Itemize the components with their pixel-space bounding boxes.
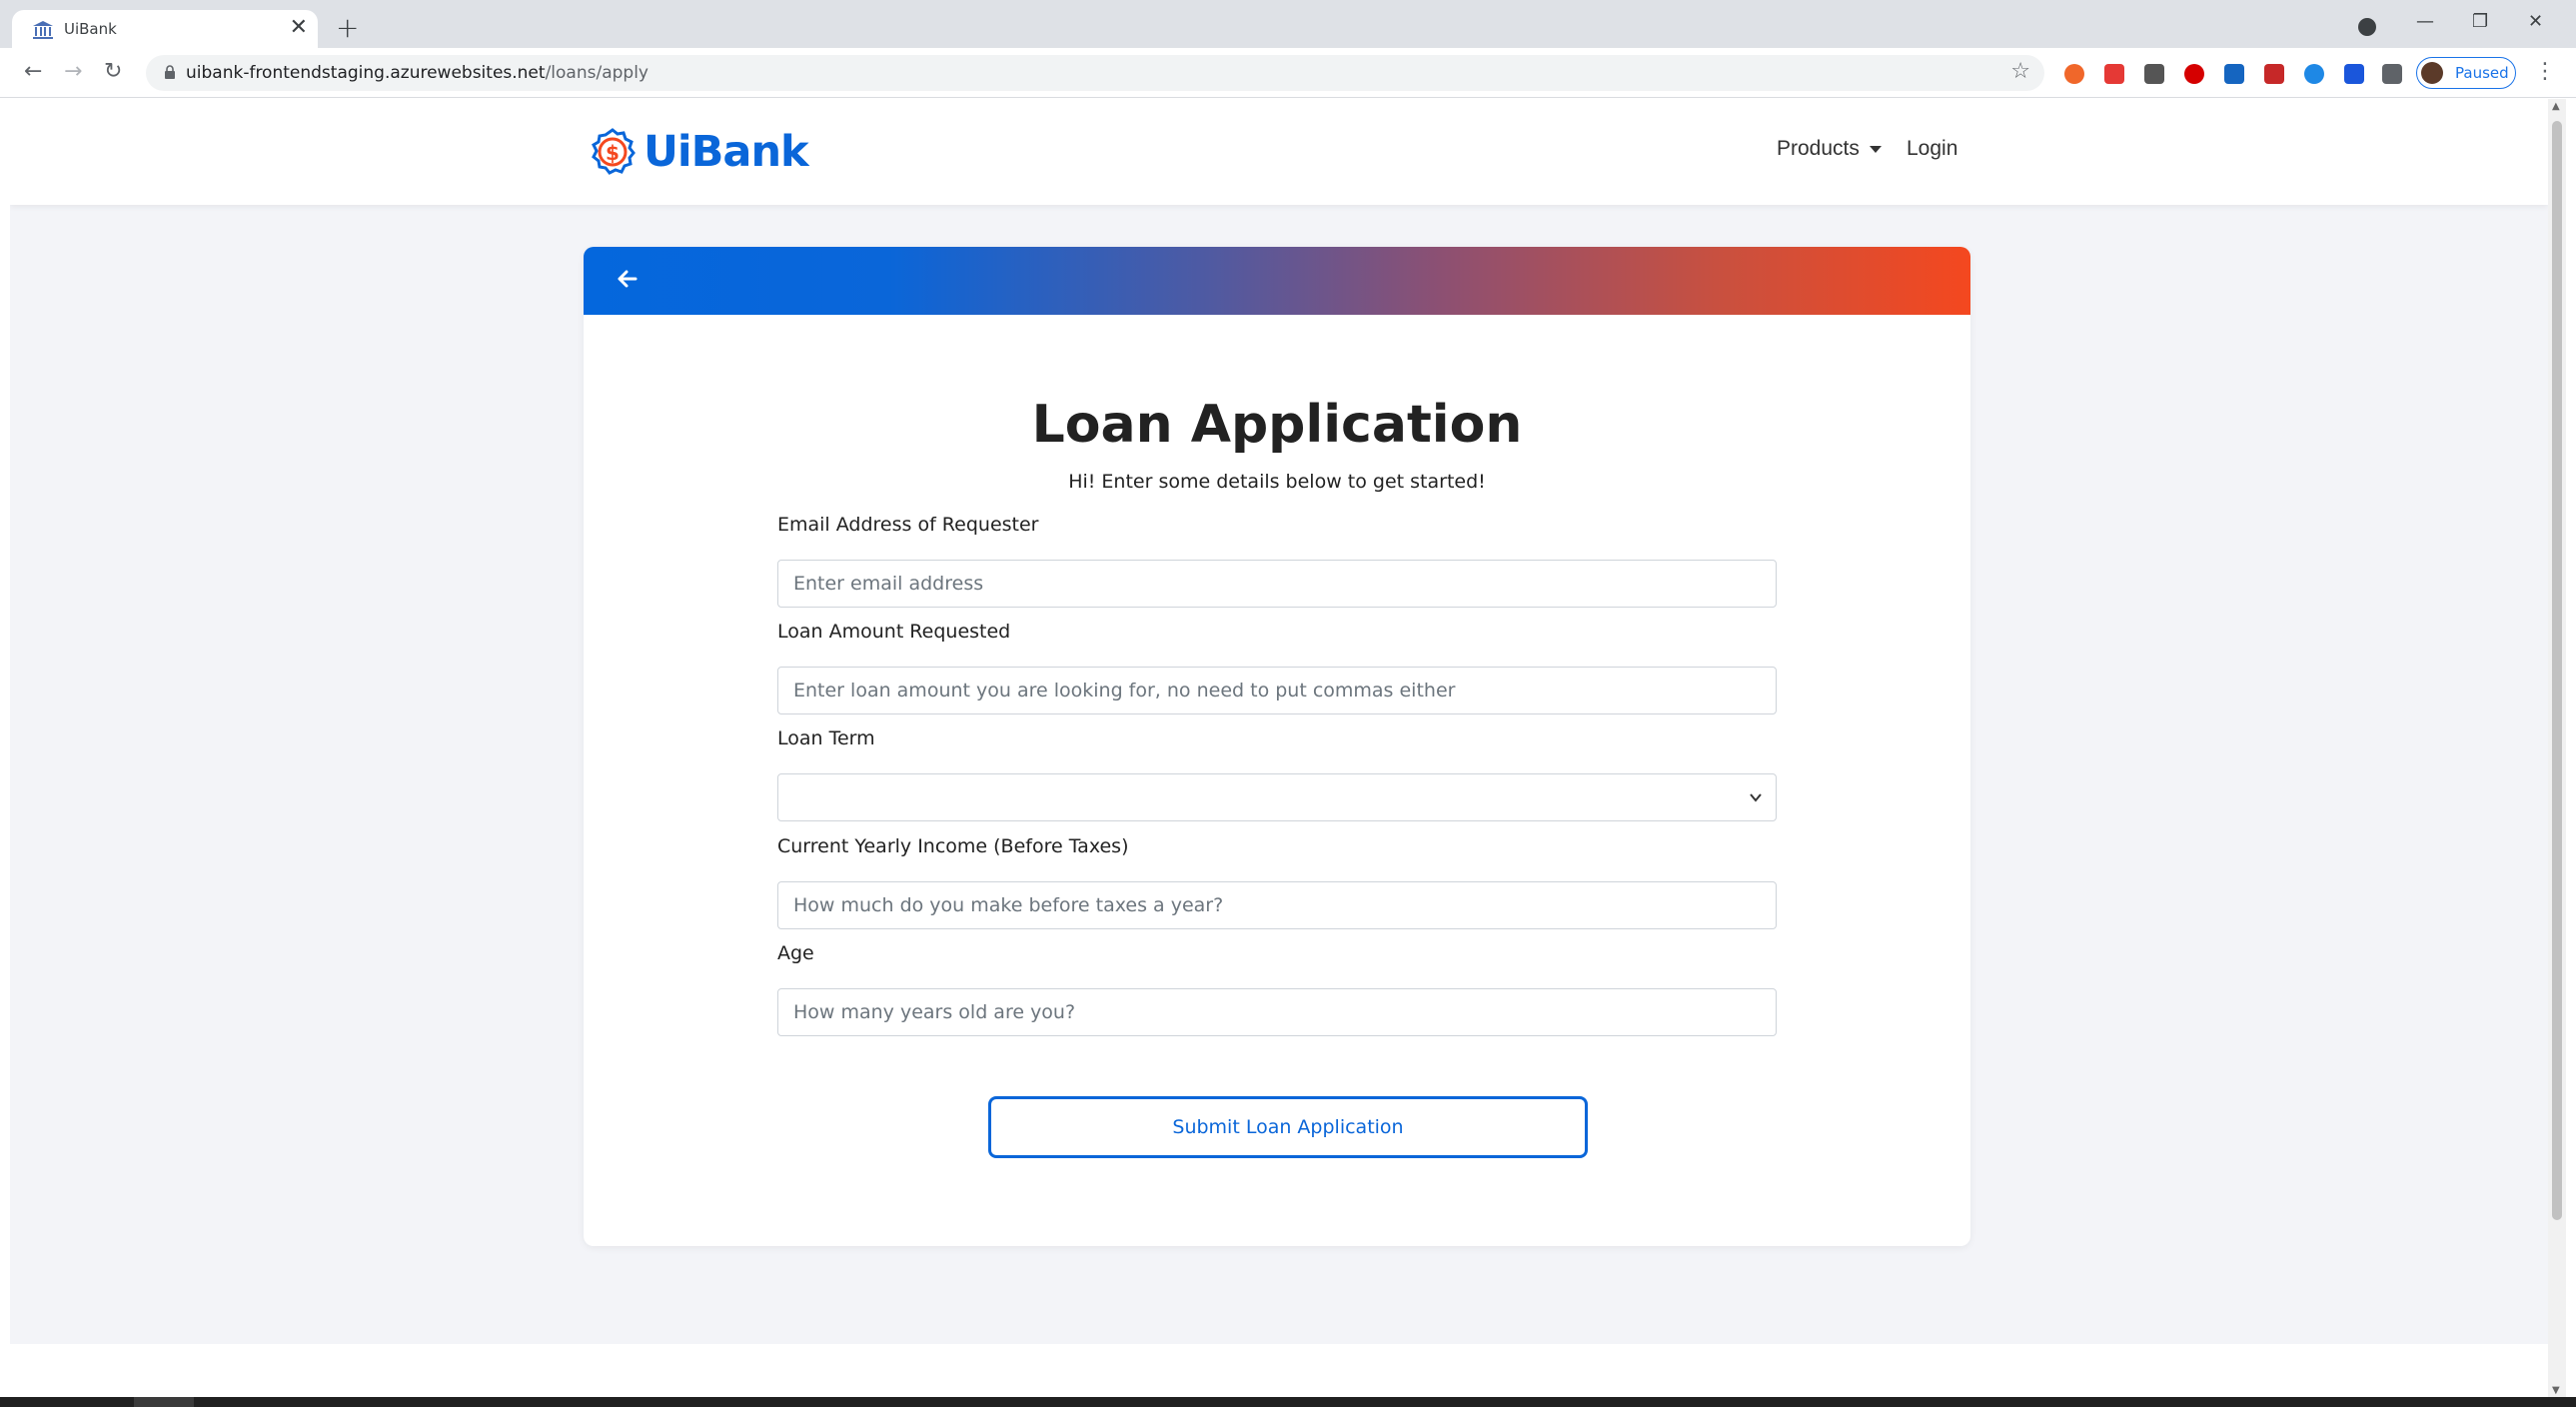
email-label: Email Address of Requester bbox=[777, 514, 1039, 536]
tab-title: UiBank bbox=[64, 20, 117, 38]
chrome-profile-menu-icon[interactable] bbox=[2358, 18, 2376, 36]
scroll-down-icon[interactable]: ▼ bbox=[2552, 1385, 2560, 1396]
forward-button[interactable]: → bbox=[64, 58, 82, 86]
income-label: Current Yearly Income (Before Taxes) bbox=[777, 835, 1129, 857]
bank-icon bbox=[33, 21, 53, 39]
browser-toolbar: ← → ↻ uibank-frontendstaging.azurewebsit… bbox=[0, 48, 2576, 98]
card-header-band bbox=[584, 247, 1970, 315]
profile-button[interactable]: Paused bbox=[2416, 57, 2516, 89]
page-scrollbar[interactable]: ▲ ▼ bbox=[2548, 99, 2566, 1398]
url-text: uibank-frontendstaging.azurewebsites.net… bbox=[186, 63, 648, 83]
address-bar[interactable]: uibank-frontendstaging.azurewebsites.net… bbox=[146, 55, 2044, 91]
extension-3-icon[interactable] bbox=[2144, 64, 2164, 84]
page-title: Loan Application bbox=[1031, 395, 1523, 455]
svg-text:$: $ bbox=[606, 141, 620, 165]
taskbar-item[interactable] bbox=[134, 1397, 194, 1407]
dollar-badge-icon: $ bbox=[592, 128, 636, 175]
loan-amount-field[interactable] bbox=[777, 667, 1777, 714]
browser-tab-strip: UiBank ✕ + — ❐ ✕ bbox=[0, 0, 2576, 50]
page-viewport: $ UiBank Products Login Loan Application… bbox=[10, 99, 2548, 1398]
browser-menu-icon[interactable]: ⋮ bbox=[2534, 60, 2556, 84]
submit-loan-application-button[interactable]: Submit Loan Application bbox=[988, 1096, 1588, 1158]
products-menu[interactable]: Products bbox=[1777, 137, 1882, 161]
products-label: Products bbox=[1777, 137, 1860, 160]
age-label: Age bbox=[777, 942, 814, 964]
profile-status: Paused bbox=[2455, 64, 2509, 82]
chevron-down-icon bbox=[1750, 793, 1762, 802]
income-field[interactable] bbox=[777, 881, 1777, 929]
minimize-button[interactable]: — bbox=[2416, 10, 2434, 34]
scroll-thumb[interactable] bbox=[2552, 121, 2562, 1220]
page-subtitle: Hi! Enter some details below to get star… bbox=[1068, 471, 1486, 493]
window-close-button[interactable]: ✕ bbox=[2528, 10, 2543, 34]
reload-button[interactable]: ↻ bbox=[104, 58, 122, 86]
url-host: uibank-frontendstaging.azurewebsites.net bbox=[186, 63, 546, 83]
site-header: $ UiBank Products Login bbox=[10, 99, 2548, 205]
back-button[interactable]: ← bbox=[24, 58, 42, 86]
page-footer bbox=[10, 1344, 2548, 1398]
extension-5-icon[interactable] bbox=[2224, 64, 2244, 84]
extension-6-icon[interactable] bbox=[2264, 64, 2284, 84]
tab-close-icon[interactable]: ✕ bbox=[290, 15, 308, 41]
avatar bbox=[2421, 62, 2443, 84]
os-taskbar bbox=[0, 1397, 2576, 1407]
caret-down-icon bbox=[1869, 145, 1882, 153]
loan-term-select[interactable] bbox=[777, 773, 1777, 821]
brand-name: UiBank bbox=[644, 127, 809, 177]
loan-application-card: Loan Application Hi! Enter some details … bbox=[584, 247, 1970, 1246]
extension-7-icon[interactable] bbox=[2304, 64, 2324, 84]
extension-4-icon[interactable] bbox=[2184, 64, 2204, 84]
age-field[interactable] bbox=[777, 988, 1777, 1036]
new-tab-button[interactable]: + bbox=[336, 12, 359, 44]
extension-8-icon[interactable] bbox=[2344, 64, 2364, 84]
email-field[interactable] bbox=[777, 560, 1777, 608]
extension-1-icon[interactable] bbox=[2064, 64, 2084, 84]
url-path: /loans/apply bbox=[545, 63, 648, 83]
extensions-puzzle-icon[interactable] bbox=[2382, 64, 2402, 84]
loan-term-label: Loan Term bbox=[777, 727, 875, 749]
bookmark-star-icon[interactable]: ☆ bbox=[2010, 59, 2030, 84]
loan-amount-label: Loan Amount Requested bbox=[777, 621, 1011, 643]
lock-icon bbox=[165, 65, 175, 79]
back-arrow-icon[interactable] bbox=[610, 261, 645, 297]
scroll-up-icon[interactable]: ▲ bbox=[2552, 101, 2560, 112]
extension-2-icon[interactable] bbox=[2104, 64, 2124, 84]
restore-button[interactable]: ❐ bbox=[2472, 10, 2488, 34]
login-link[interactable]: Login bbox=[1907, 137, 1957, 161]
browser-tab[interactable]: UiBank ✕ bbox=[12, 10, 318, 50]
